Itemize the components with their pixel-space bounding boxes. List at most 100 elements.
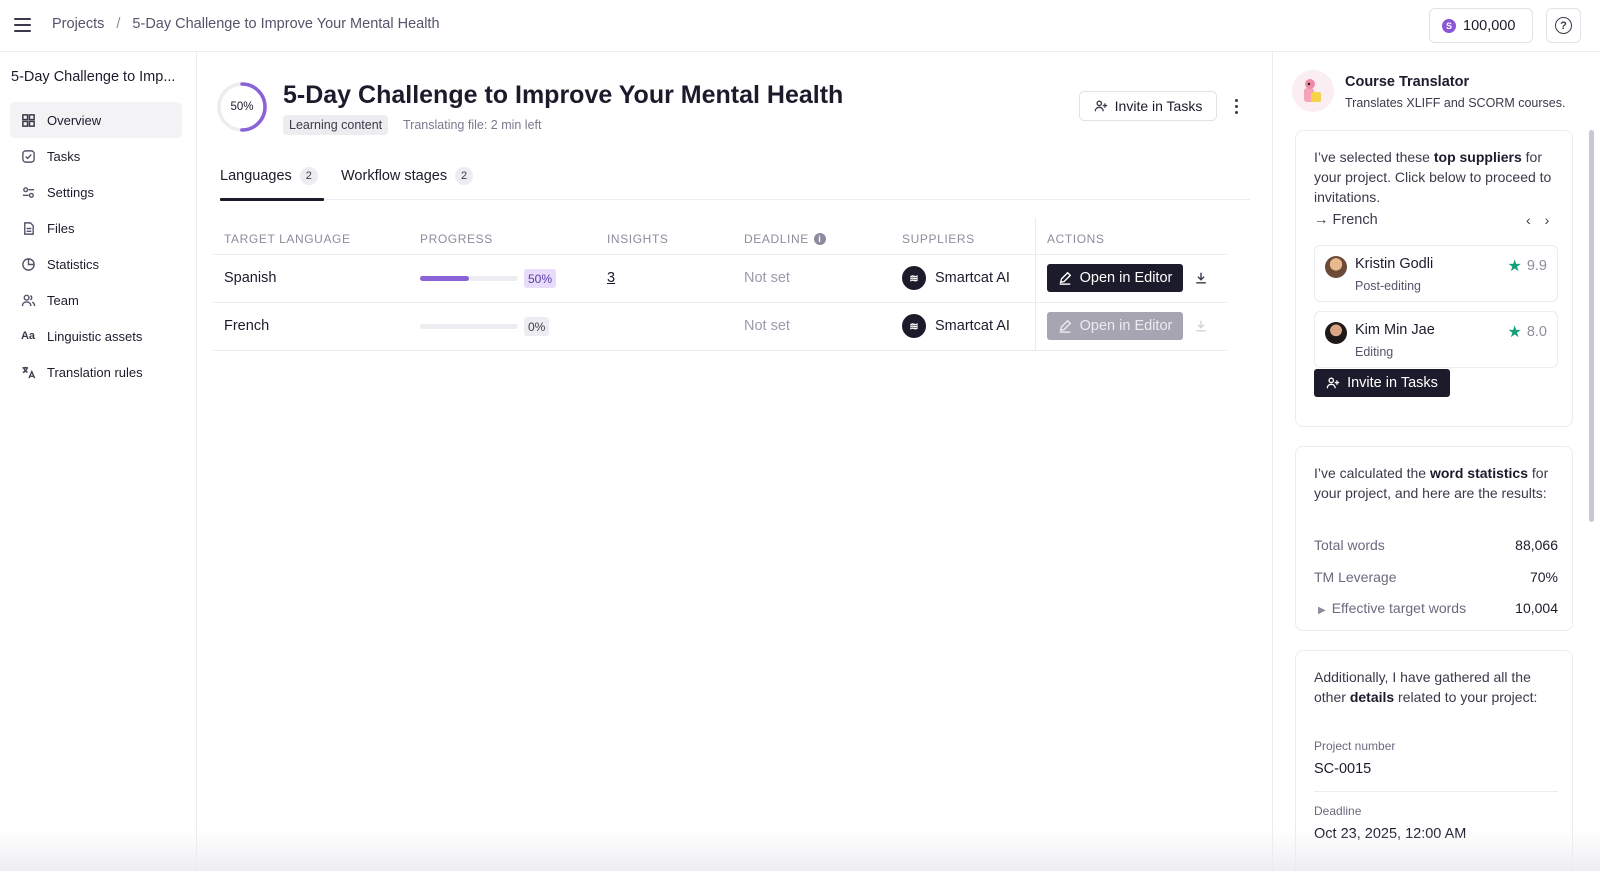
help-button[interactable]: ? xyxy=(1546,8,1581,43)
more-options-icon[interactable] xyxy=(1230,96,1242,116)
row-progress-badge: 50% xyxy=(524,269,557,288)
tab-workflow-stages[interactable]: Workflow stages 2 xyxy=(341,164,474,200)
coin-icon: S xyxy=(1442,18,1456,33)
sidebar-item-translation-rules[interactable]: Translation rules xyxy=(10,354,182,390)
sidebar-item-tasks[interactable]: Tasks xyxy=(10,138,182,174)
supplier-score: ★ 8.0 xyxy=(1507,324,1547,341)
tab-count-badge: 2 xyxy=(455,167,474,185)
progress-ring-label: 50% xyxy=(230,101,254,113)
field-divider xyxy=(1314,791,1558,792)
deadline-value: Oct 23, 2025, 12:00 AM xyxy=(1314,826,1467,842)
assistant-name: Course Translator xyxy=(1345,74,1470,90)
breadcrumb-projects-link[interactable]: Projects xyxy=(52,16,104,32)
chevron-left-icon[interactable]: ‹ xyxy=(1526,212,1531,228)
pencil-icon xyxy=(1059,319,1071,333)
grid-icon xyxy=(20,112,36,128)
row-progress-bar xyxy=(420,276,518,281)
row-progress-fill xyxy=(420,276,469,281)
supplier-name: Kristin Godli xyxy=(1355,256,1434,272)
project-details-card: Additionally, I have gathered all the ot… xyxy=(1295,650,1573,871)
assistant-avatar xyxy=(1292,70,1334,112)
download-icon-disabled[interactable] xyxy=(1193,318,1209,334)
breadcrumb: Projects / 5-Day Challenge to Improve Yo… xyxy=(52,16,440,32)
suppliers-language: → French xyxy=(1314,212,1378,228)
supplier-score: ★ 9.9 xyxy=(1507,258,1547,275)
sidebar-item-label: Files xyxy=(47,220,75,236)
text-icon: Aa xyxy=(20,330,36,342)
users-icon xyxy=(20,292,36,308)
page-title: 5-Day Challenge to Improve Your Mental H… xyxy=(283,81,844,109)
info-icon[interactable]: i xyxy=(813,233,826,245)
row-deadline: Not set xyxy=(744,270,790,286)
supplier-role: Post-editing xyxy=(1355,279,1422,293)
tab-bar: Languages 2 Workflow stages 2 xyxy=(220,164,1250,201)
star-icon: ★ xyxy=(1507,324,1522,341)
tab-label: Languages xyxy=(220,168,292,184)
open-in-editor-button-disabled[interactable]: Open in Editor xyxy=(1047,312,1183,340)
user-plus-icon xyxy=(1326,377,1340,389)
supplier-card[interactable]: Kristin Godli Post-editing ★ 9.9 xyxy=(1314,245,1558,302)
column-divider xyxy=(1035,218,1036,350)
column-header-actions: ACTIONS xyxy=(1047,232,1105,246)
invite-in-tasks-button[interactable]: Invite in Tasks xyxy=(1079,91,1217,121)
row-divider xyxy=(213,302,1227,303)
supplier-name: Kim Min Jae xyxy=(1355,322,1435,338)
panel-scrollbar[interactable] xyxy=(1589,130,1594,522)
suppliers-card-text: I’ve selected these top suppliers for yo… xyxy=(1314,149,1552,205)
row-language-spanish: Spanish xyxy=(224,270,277,286)
row-supplier: Smartcat AI xyxy=(935,318,1010,334)
project-number-label: Project number xyxy=(1314,739,1396,753)
stat-row-total-words: Total words 88,066 xyxy=(1314,537,1558,553)
row-language-french: French xyxy=(224,318,270,334)
top-bar: Projects / 5-Day Challenge to Improve Yo… xyxy=(0,0,1600,52)
row-progress-bar xyxy=(420,324,518,329)
sidebar-item-label: Tasks xyxy=(47,148,81,164)
column-header-insights: INSIGHTS xyxy=(607,232,669,246)
stat-row-tm-leverage: TM Leverage 70% xyxy=(1314,569,1558,585)
sidebar-item-overview[interactable]: Overview xyxy=(10,102,182,138)
download-icon[interactable] xyxy=(1193,270,1209,286)
tab-languages[interactable]: Languages 2 xyxy=(220,164,324,201)
sidebar-item-files[interactable]: Files xyxy=(10,210,182,246)
stat-row-effective-target-words[interactable]: ▶ Effective target words 10,004 xyxy=(1314,600,1558,616)
sidebar-item-linguistic-assets[interactable]: Aa Linguistic assets xyxy=(10,318,182,354)
sidebar-item-settings[interactable]: Settings xyxy=(10,174,182,210)
sidebar-item-label: Team xyxy=(47,292,79,308)
chevron-right-icon[interactable]: › xyxy=(1545,212,1550,228)
tab-count-badge: 2 xyxy=(299,167,318,185)
user-plus-icon xyxy=(1094,100,1107,112)
invite-in-tasks-button[interactable]: Invite in Tasks xyxy=(1314,369,1450,397)
column-header-deadline: DEADLINE i xyxy=(744,232,826,246)
file-icon xyxy=(20,220,36,236)
row-divider xyxy=(213,350,1227,351)
assistant-description: Translates XLIFF and SCORM courses. xyxy=(1345,96,1566,110)
credits-balance-button[interactable]: S 100,000 xyxy=(1429,8,1533,43)
arrow-right-icon: → xyxy=(1314,212,1333,228)
tab-label: Workflow stages xyxy=(341,168,448,184)
supplier-card[interactable]: Kim Min Jae Editing ★ 8.0 xyxy=(1314,311,1558,368)
sidebar-item-statistics[interactable]: Statistics xyxy=(10,246,182,282)
sidebar-item-team[interactable]: Team xyxy=(10,282,182,318)
translate-icon xyxy=(20,364,36,380)
breadcrumb-separator: / xyxy=(116,16,121,32)
supplier-pagination: ‹ › xyxy=(1526,212,1549,228)
pencil-icon xyxy=(1059,271,1071,285)
breadcrumb-current: 5-Day Challenge to Improve Your Mental H… xyxy=(132,16,440,32)
details-card-text: Additionally, I have gathered all the ot… xyxy=(1314,669,1538,705)
credits-amount: 100,000 xyxy=(1463,17,1516,34)
sidebar-project-title: 5-Day Challenge to Imp... xyxy=(11,69,176,85)
column-header-target-language: TARGET LANGUAGE xyxy=(224,232,351,246)
sidebar: 5-Day Challenge to Imp... Overview Tasks… xyxy=(0,52,197,871)
open-in-editor-button[interactable]: Open in Editor xyxy=(1047,264,1183,292)
column-header-progress: PROGRESS xyxy=(420,232,493,246)
stats-card-text: I’ve calculated the word statistics for … xyxy=(1314,465,1549,501)
row-progress-badge: 0% xyxy=(524,317,550,336)
avatar xyxy=(1325,322,1347,344)
caret-right-icon: ▶ xyxy=(1318,605,1326,616)
pie-chart-icon xyxy=(20,256,36,272)
deadline-label: Deadline xyxy=(1314,804,1362,818)
hamburger-menu-icon[interactable] xyxy=(14,14,36,36)
word-statistics-card: I’ve calculated the word statistics for … xyxy=(1295,446,1573,631)
row-insights-link[interactable]: 3 xyxy=(607,270,615,286)
sidebar-item-label: Statistics xyxy=(47,256,100,272)
